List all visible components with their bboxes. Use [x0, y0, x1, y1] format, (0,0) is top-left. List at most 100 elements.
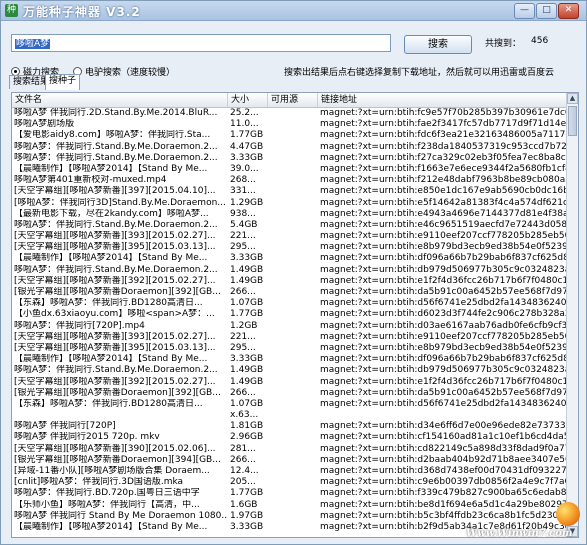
- cell-filename: [天空字幕组][哆啦A梦新番][395][2015.03.13]...: [14, 342, 216, 353]
- cell-filename: 【晨曦制作】【哆啦A梦2014】【Stand By Me...: [14, 521, 208, 532]
- cell-filename: [天空字幕组][哆啦A梦新番][393][2015.02.27]...: [14, 331, 216, 342]
- cell-size: 3.33GB: [230, 521, 264, 532]
- table-row[interactable]: 哆啦A梦 伴我同行[720P] 1.81GB magnet:?xt=urn:btih…: [12, 421, 568, 432]
- radio-edonkey-search[interactable]: 电驴搜索（速度较慢）: [73, 65, 175, 78]
- table-row[interactable]: [天空字幕组][哆啦A梦新番][395][2015.03.13]... 295..…: [12, 242, 568, 253]
- cell-link: magnet:?xt=urn:btih:d2baab404b92d71b8aee…: [320, 454, 568, 465]
- table-row[interactable]: 【晨曦制作】【哆啦A梦2014】【Stand By Me... 3.33GB mag…: [12, 354, 568, 365]
- cell-size: 3.33GB: [230, 253, 264, 264]
- cell-link: magnet:?xt=urn:btih:d6023d3f744fe2c906c2…: [320, 309, 568, 320]
- column-header-size[interactable]: 大小: [228, 93, 268, 107]
- table-row[interactable]: [天空字幕组][哆啦A梦新番][393][2015.02.27]... 221..…: [12, 231, 568, 242]
- cell-link: magnet:?xt=urn:btih:d56f6741e25dbd2fa143…: [320, 298, 568, 309]
- cell-filename: 【晨曦制作】【哆啦A梦2014】【Stand By Me...: [14, 354, 208, 365]
- maximize-button[interactable]: □: [536, 3, 557, 19]
- cell-filename: 【东森】哆啦A梦：伴我同行.BD1280高清日...: [14, 398, 203, 409]
- cell-filename: 【东森】哆啦A梦：伴我同行.BD1280高清日...: [14, 298, 203, 309]
- cell-size: 3.33GB: [230, 152, 264, 163]
- table-row[interactable]: [银光字幕组][哆啦A梦新番Doraemon][392][GB... 266...…: [12, 388, 568, 399]
- cell-size: 1.2GB: [230, 320, 258, 331]
- table-row[interactable]: 哆啦A梦：伴我同行[720P].mp4 1.2GB magnet:?xt=urn:b…: [12, 321, 568, 332]
- column-header-link[interactable]: 链接地址: [318, 93, 568, 107]
- scrollbar-thumb[interactable]: [568, 106, 577, 136]
- table-row[interactable]: 哆啦A梦：伴我同行.Stand.By.Me.Doraemon.2... 5.4GB…: [12, 220, 568, 231]
- app-window: 种 万能种子神器 V3.2 — □ ✕ 哆啦A梦 搜索 共搜到： 456 磁力搜…: [0, 0, 587, 545]
- search-query-text: 哆啦A梦: [15, 39, 51, 49]
- cell-filename: [天空字幕组][哆啦A梦新番][397][2015.04.10]...: [14, 186, 216, 197]
- cell-link: magnet:?xt=urn:btih:e1f2f4d36fcc26b717b6…: [320, 275, 568, 286]
- cell-size: 221...: [230, 231, 256, 242]
- table-row[interactable]: [天空字幕组][哆啦A梦新番][393][2015.02.27]... 221..…: [12, 332, 568, 343]
- scroll-up-arrow-icon[interactable]: ▲: [567, 93, 578, 104]
- column-header-filename[interactable]: 文件名: [12, 93, 228, 107]
- table-row[interactable]: [天空字幕组][哆啦A梦新番][392][2015.02.27]... 1.49G…: [12, 276, 568, 287]
- cell-filename: 哆啦A梦第401重新校对-muxed.mp4: [14, 175, 167, 186]
- table-row[interactable]: 【晨曦制作】【哆啦A梦2014】【Stand By Me... 39.0... ma…: [12, 164, 568, 175]
- cell-filename: 【乐师小鱼】哆啦A梦：伴我同行【高清，中...: [14, 499, 200, 510]
- site-watermark: Www.Winwin7.com: [466, 498, 586, 544]
- cell-filename: [哆啦A梦：伴我同行3D]Stand.By.Me.Doraemon...: [14, 197, 226, 208]
- table-row[interactable]: [天空字幕组][哆啦A梦新番][395][2015.03.13]... 295..…: [12, 343, 568, 354]
- cell-link: magnet:?xt=urn:btih:e5f14642a81383f4c4a5…: [320, 197, 568, 208]
- cell-link: magnet:?xt=urn:btih:da5b91c00a6452b57ee5…: [320, 287, 568, 297]
- table-row[interactable]: 哆啦A梦第401重新校对-muxed.mp4 268... magnet:?xt=u…: [12, 175, 568, 186]
- tab-seeds[interactable]: 搜种子: [45, 74, 81, 90]
- table-row[interactable]: 哆啦A梦剧场版 11.0... magnet:?xt=urn:btih:fae2f3…: [12, 119, 568, 130]
- cell-size: 1.29GB: [230, 197, 264, 208]
- table-row[interactable]: 【最新电影下载，尽在2kandy.com】哆啦A梦... 938... magnet…: [12, 209, 568, 220]
- table-row[interactable]: [银光字幕组][哆啦A梦新番Doraemon][394][GB... 266...…: [12, 455, 568, 466]
- cell-link: magnet:?xt=urn:btih:da5b91c00a6452b57ee5…: [320, 387, 568, 398]
- table-row[interactable]: 哆啦A梦 伴我同行2015 720p. mkv 2.96GB magnet:?xt=…: [12, 432, 568, 443]
- table-row[interactable]: [异域-11番小队][哆啦A梦剧场版合集 Doraem... 12.4... mag…: [12, 466, 568, 477]
- cell-link: magnet:?xt=urn:btih:d03ae6167aab76adb0fe…: [320, 320, 568, 331]
- search-input[interactable]: 哆啦A梦: [11, 34, 391, 52]
- cell-size: 331...: [230, 186, 256, 197]
- table-body: 哆啦A梦 伴我同行.2D.Stand.By.Me.2014.BluR... 25.…: [12, 108, 568, 533]
- cell-filename: 哆啦A梦：伴我同行.Stand.By.Me.Doraemon.2...: [14, 264, 218, 275]
- close-button[interactable]: ✕: [558, 3, 579, 19]
- table-row[interactable]: 哆啦A梦 伴我同行.2D.Stand.By.Me.2014.BluR... 25.…: [12, 108, 568, 119]
- cell-filename: 【晨曦制作】【哆啦A梦2014】【Stand By Me...: [14, 163, 208, 174]
- cell-filename: [银光字幕组][哆啦A梦新番Doraemon][394][GB...: [14, 454, 221, 465]
- cell-filename: [天空字幕组][哆啦A梦新番][392][2015.02.27]...: [14, 275, 216, 286]
- table-row[interactable]: 【爱电影aidy8.com】哆啦A梦：伴我同行.Sta... 1.77GB magn…: [12, 130, 568, 141]
- table-row[interactable]: 哆啦A梦：伴我同行.Stand.By.Me.Doraemon.2... 1.49G…: [12, 365, 568, 376]
- table-row[interactable]: x.63...: [12, 410, 568, 421]
- table-row[interactable]: [cnlit]哆啦A梦：伴我同行.3D国语版.mka 205... magnet:?…: [12, 477, 568, 488]
- cell-link: magnet:?xt=urn:btih:f238da1840537319c953…: [320, 141, 568, 152]
- cell-size: 1.81GB: [230, 421, 264, 432]
- vertical-scrollbar[interactable]: ▲ ▼: [566, 93, 578, 537]
- radio-edonkey-label: 电驴搜索（速度较慢）: [85, 68, 176, 78]
- table-row[interactable]: [天空字幕组][哆啦A梦新番][392][2015.02.27]... 1.49G…: [12, 377, 568, 388]
- cell-size: 266...: [230, 454, 256, 465]
- table-row[interactable]: [哆啦A梦：伴我同行3D]Stand.By.Me.Doraemon... 1.29…: [12, 198, 568, 209]
- cell-size: 3.33GB: [230, 354, 264, 365]
- search-button[interactable]: 搜索: [404, 35, 472, 54]
- found-count-label: 共搜到：: [485, 39, 522, 49]
- cell-filename: 哆啦A梦 伴我同行.2D.Stand.By.Me.2014.BluR...: [14, 108, 218, 118]
- cell-size: 221...: [230, 331, 256, 342]
- cell-size: 268...: [230, 175, 256, 186]
- cell-size: 281...: [230, 443, 256, 454]
- table-row[interactable]: 【东森】哆啦A梦：伴我同行.BD1280高清日... 1.07GB magnet:?…: [12, 298, 568, 309]
- watermark-logo-icon: [556, 502, 580, 526]
- minimize-button[interactable]: —: [514, 3, 535, 19]
- table-row[interactable]: 【东森】哆啦A梦：伴我同行.BD1280高清日... 1.07GB magnet:?…: [12, 399, 568, 410]
- table-row[interactable]: [银光字幕组][哆啦A梦新番Doraemon][392][GB... 266...…: [12, 287, 568, 298]
- cell-filename: 哆啦A梦：伴我同行.BD.720p.国粤日三语中字: [14, 488, 200, 499]
- cell-size: 1.07GB: [230, 298, 264, 309]
- column-header-sources[interactable]: 可用源: [268, 93, 318, 107]
- title-bar[interactable]: 种 万能种子神器 V3.2 — □ ✕: [1, 1, 586, 21]
- cell-link: magnet:?xt=urn:btih:cd822149c5a898d33f8d…: [320, 443, 568, 454]
- cell-link: magnet:?xt=urn:btih:c9e6b00397db0856f2a4…: [320, 477, 568, 488]
- table-row[interactable]: 哆啦A梦：伴我同行.Stand.By.Me.Doraemon.2... 1.49G…: [12, 265, 568, 276]
- table-row[interactable]: 【晨曦制作】【哆啦A梦2014】【Stand By Me... 3.33GB mag…: [12, 253, 568, 264]
- table-row[interactable]: 【小鱼dx.63xiaoyu.com】哆啦<span>A梦：... 1.77GB m…: [12, 309, 568, 320]
- cell-link: magnet:?xt=urn:btih:f27ca329c02eb3f05fea…: [320, 152, 568, 163]
- table-row[interactable]: [天空字幕组][哆啦A梦新番][397][2015.04.10]... 331..…: [12, 186, 568, 197]
- table-row[interactable]: 哆啦A梦：伴我同行.Stand.By.Me.Doraemon.2... 3.33G…: [12, 153, 568, 164]
- usage-hint: 搜索出结果后点右键选择复制下载地址，然后就可以用迅雷或百度云: [284, 68, 555, 78]
- table-row[interactable]: 哆啦A梦：伴我同行.Stand.By.Me.Doraemon.2... 4.47G…: [12, 142, 568, 153]
- table-row[interactable]: [天空字幕组][哆啦A梦新番][390][2015.02.06]... 281..…: [12, 444, 568, 455]
- cell-size: 295...: [230, 342, 256, 353]
